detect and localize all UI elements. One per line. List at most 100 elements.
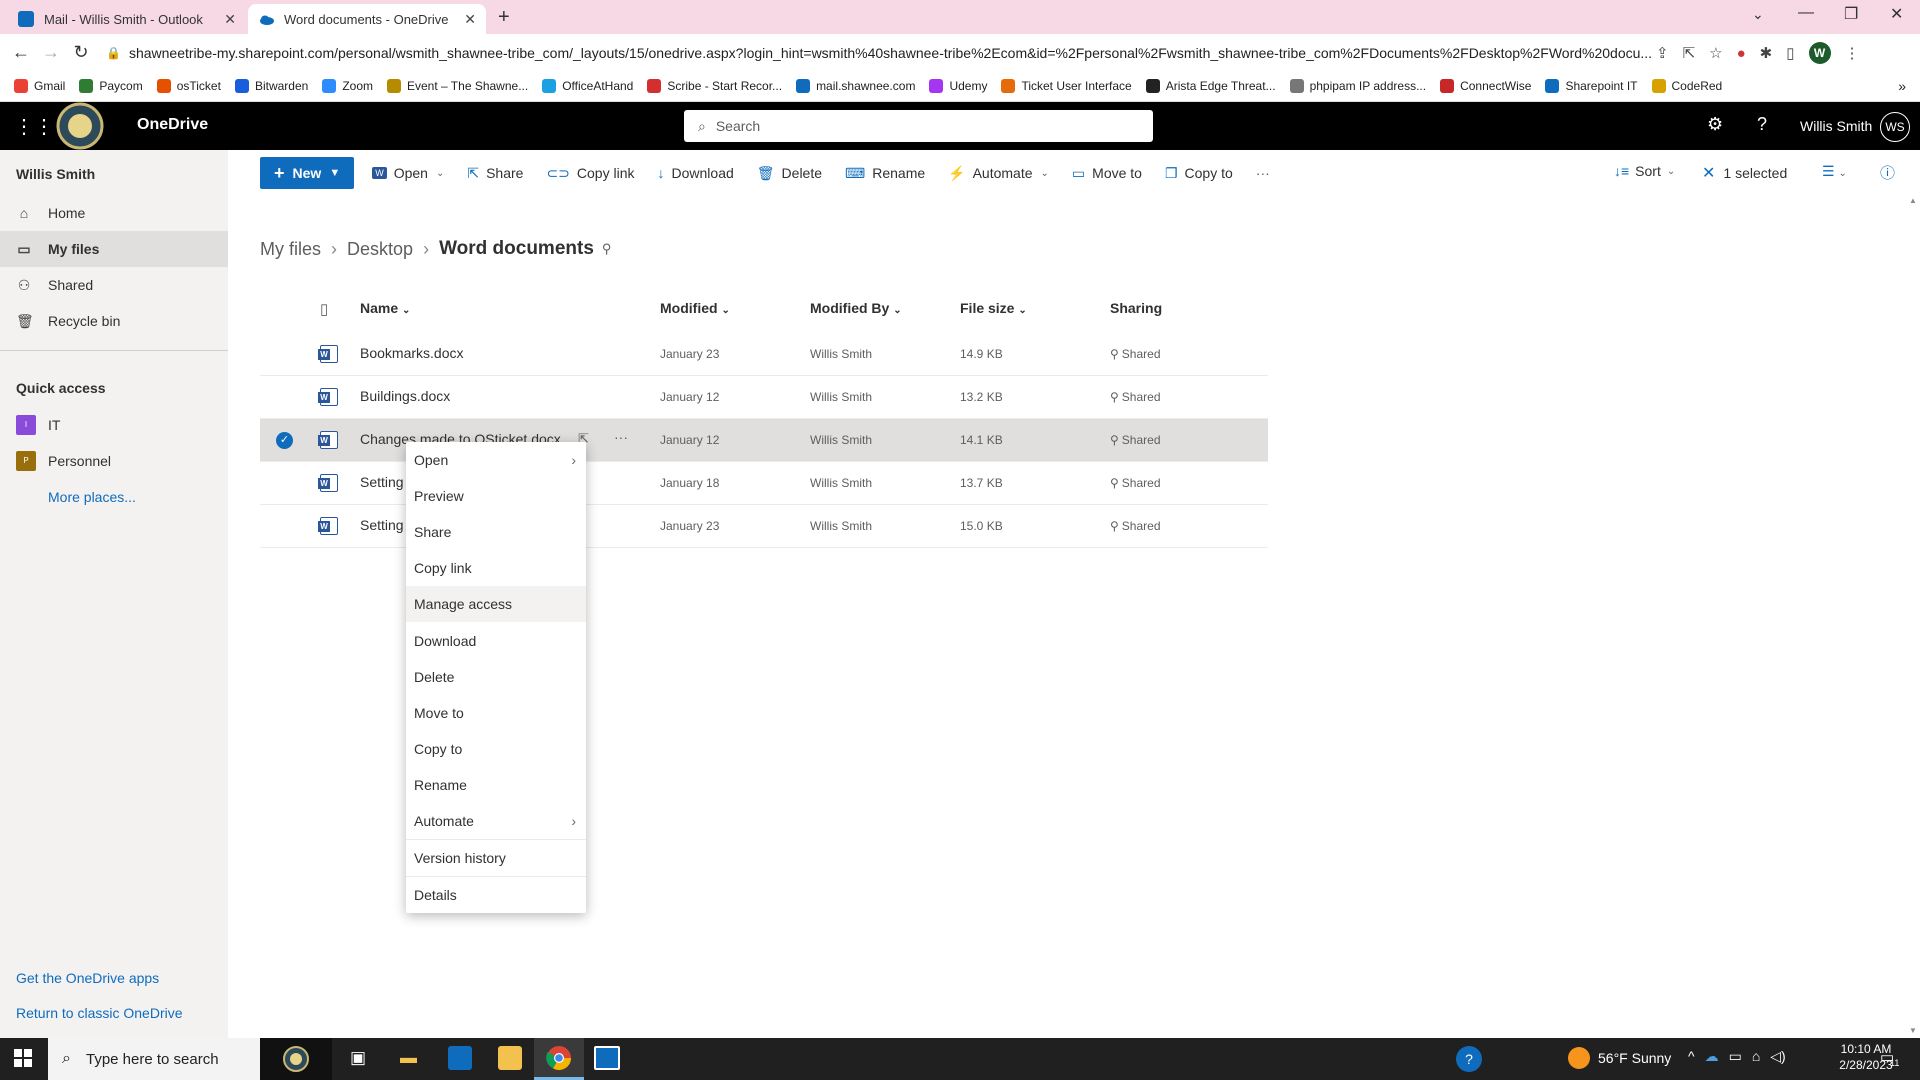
bookmark-item[interactable]: phpipam IP address... bbox=[1289, 78, 1426, 93]
puzzle-icon[interactable]: ✱ bbox=[1760, 44, 1773, 62]
bookmark-item[interactable]: Paycom bbox=[79, 78, 143, 93]
minimize-button[interactable]: — bbox=[1798, 4, 1814, 22]
automate-button[interactable]: ⚡ Automate ⌄ bbox=[948, 165, 1049, 182]
chevron-up-icon[interactable]: ^ bbox=[1688, 1048, 1695, 1065]
copy-to-button[interactable]: ❐ Copy to bbox=[1165, 165, 1233, 182]
column-header-modified-by[interactable]: Modified By ⌄ bbox=[810, 300, 902, 316]
settings-gear-icon[interactable]: ⚙ bbox=[1707, 114, 1723, 135]
sticky-notes-icon[interactable] bbox=[498, 1046, 522, 1070]
windows-start-icon[interactable] bbox=[14, 1049, 32, 1072]
close-window-button[interactable]: ✕ bbox=[1890, 4, 1903, 24]
column-header-file-size[interactable]: File size ⌄ bbox=[960, 300, 1027, 316]
context-menu-item-open[interactable]: Open › bbox=[406, 442, 586, 478]
file-type-header-icon[interactable]: ▯ bbox=[320, 300, 328, 318]
help-icon[interactable]: ? bbox=[1757, 114, 1767, 135]
nav-item-recycle-bin[interactable]: 🗑 Recycle bin bbox=[0, 303, 228, 339]
context-menu-item-version-history[interactable]: Version history bbox=[406, 840, 586, 876]
row-checked-icon[interactable]: ✓ bbox=[276, 432, 293, 449]
context-menu-item-rename[interactable]: Rename bbox=[406, 767, 586, 803]
context-menu-item-copy-link[interactable]: Copy link bbox=[406, 550, 586, 586]
help-taskbar-icon[interactable]: ? bbox=[1456, 1046, 1482, 1072]
extension-icon[interactable]: ● bbox=[1737, 45, 1746, 62]
restore-button[interactable]: ❐ bbox=[1844, 4, 1858, 24]
bookmark-item[interactable]: Bitwarden bbox=[234, 78, 308, 93]
outlook-taskbar-icon[interactable] bbox=[448, 1046, 472, 1070]
quick-access-personnel[interactable]: P Personnel bbox=[0, 443, 228, 479]
breadcrumb-current[interactable]: Word documents bbox=[439, 238, 594, 260]
file-row[interactable]: W Buildings.docx January 12 Willis Smith 13.… bbox=[260, 376, 1268, 419]
file-sharing[interactable]: ⚲ Shared bbox=[1110, 347, 1161, 361]
vertical-scrollbar[interactable]: ▲ ▼ bbox=[1906, 196, 1920, 1038]
tab-search-icon[interactable]: ⌄ bbox=[1752, 6, 1764, 23]
bookmark-item[interactable]: Gmail bbox=[14, 78, 65, 93]
more-bookmarks-icon[interactable]: » bbox=[1898, 78, 1906, 94]
context-menu-item-preview[interactable]: Preview bbox=[406, 478, 586, 514]
bookmark-item[interactable]: OfficeAtHand bbox=[542, 78, 633, 93]
close-icon[interactable]: ✕ bbox=[464, 11, 476, 28]
user-avatar[interactable]: WS bbox=[1880, 112, 1910, 142]
context-menu-item-details[interactable]: Details bbox=[406, 877, 586, 913]
context-menu-item-copy-to[interactable]: Copy to bbox=[406, 731, 586, 767]
bookmark-item[interactable]: Zoom bbox=[322, 78, 373, 93]
notification-icon[interactable]: ▭ 11 bbox=[1880, 1048, 1899, 1068]
tab-outlook[interactable]: Mail - Willis Smith - Outlook ✕ bbox=[8, 4, 246, 34]
file-sharing[interactable]: ⚲ Shared bbox=[1110, 390, 1161, 404]
file-name[interactable]: Buildings.docx bbox=[360, 388, 450, 404]
download-button[interactable]: ↓ Download bbox=[658, 165, 734, 181]
file-sharing[interactable]: ⚲ Shared bbox=[1110, 476, 1161, 490]
share-button[interactable]: ⇱ Share bbox=[467, 165, 523, 182]
header-user-name[interactable]: Willis Smith bbox=[1800, 118, 1872, 134]
return-classic-link[interactable]: Return to classic OneDrive bbox=[16, 1005, 183, 1021]
forward-icon[interactable]: → bbox=[36, 42, 66, 63]
more-places-link[interactable]: More places... bbox=[48, 489, 136, 505]
volume-icon[interactable]: ◁) bbox=[1770, 1048, 1785, 1065]
rename-button[interactable]: ⌨ Rename bbox=[845, 165, 925, 182]
display-icon[interactable]: ▭ bbox=[1729, 1048, 1742, 1065]
tab-onedrive[interactable]: Word documents - OneDrive ✕ bbox=[248, 4, 486, 34]
install-icon[interactable]: ⇪ bbox=[1656, 44, 1669, 62]
back-icon[interactable]: ← bbox=[6, 42, 36, 63]
task-view-icon[interactable]: ▣ bbox=[350, 1048, 366, 1068]
file-explorer-icon[interactable]: ▬ bbox=[400, 1048, 417, 1068]
file-name[interactable]: Setting bbox=[360, 474, 404, 490]
bookmark-item[interactable]: ConnectWise bbox=[1440, 78, 1531, 93]
context-menu-item-share[interactable]: Share bbox=[406, 514, 586, 550]
get-apps-link[interactable]: Get the OneDrive apps bbox=[16, 970, 159, 986]
profile-avatar[interactable]: W bbox=[1808, 42, 1831, 64]
file-row[interactable]: W Bookmarks.docx January 23 Willis Smith 14.… bbox=[260, 333, 1268, 376]
bookmark-item[interactable]: CodeRed bbox=[1651, 78, 1722, 93]
nav-item-home[interactable]: ⌂ Home bbox=[0, 195, 228, 231]
copy-link-button[interactable]: ⊂⊃ Copy link bbox=[546, 165, 634, 182]
context-menu-item-move-to[interactable]: Move to bbox=[406, 695, 586, 731]
context-menu-item-download[interactable]: Download bbox=[406, 623, 586, 659]
file-sharing[interactable]: ⚲ Shared bbox=[1110, 433, 1161, 447]
bookmark-item[interactable]: Scribe - Start Recor... bbox=[647, 78, 782, 93]
sort-button[interactable]: ↓≡ Sort ⌄ bbox=[1614, 163, 1675, 179]
remote-desktop-icon[interactable] bbox=[594, 1046, 620, 1070]
row-more-actions-icon[interactable]: ··· bbox=[614, 429, 628, 445]
file-name[interactable]: Bookmarks.docx bbox=[360, 345, 463, 361]
more-commands-button[interactable]: ··· bbox=[1256, 165, 1270, 181]
close-icon[interactable]: ✕ bbox=[224, 11, 236, 28]
new-tab-button[interactable]: + bbox=[498, 6, 510, 29]
menu-icon[interactable]: ⋮ bbox=[1845, 44, 1860, 62]
quick-access-it[interactable]: I IT bbox=[0, 407, 228, 443]
bookmark-item[interactable]: Event – The Shawne... bbox=[387, 78, 528, 93]
context-menu-item-delete[interactable]: Delete bbox=[406, 659, 586, 695]
delete-button[interactable]: 🗑 Delete bbox=[757, 165, 822, 182]
sidepanel-icon[interactable]: ▯ bbox=[1786, 44, 1794, 62]
address-bar[interactable]: 🔒 shawneetribe-my.sharepoint.com/persona… bbox=[106, 40, 1651, 66]
bookmark-item[interactable]: Arista Edge Threat... bbox=[1145, 78, 1276, 93]
bookmark-item[interactable]: osTicket bbox=[156, 78, 221, 93]
column-header-modified[interactable]: Modified ⌄ bbox=[660, 300, 730, 316]
taskbar-search[interactable]: ⌕ Type here to search bbox=[48, 1038, 260, 1080]
nav-item-shared[interactable]: ⚇ Shared bbox=[0, 267, 228, 303]
new-button[interactable]: + New ▼ bbox=[260, 157, 355, 189]
app-title[interactable]: OneDrive bbox=[137, 116, 208, 134]
move-to-button[interactable]: ▭ Move to bbox=[1072, 165, 1142, 182]
network-icon[interactable]: ⌂ bbox=[1752, 1048, 1760, 1065]
share-page-icon[interactable]: ⇱ bbox=[1683, 44, 1696, 62]
file-name[interactable]: Setting bbox=[360, 517, 404, 533]
chrome-taskbar-icon[interactable] bbox=[534, 1038, 584, 1080]
reload-icon[interactable]: ↻ bbox=[66, 42, 96, 63]
